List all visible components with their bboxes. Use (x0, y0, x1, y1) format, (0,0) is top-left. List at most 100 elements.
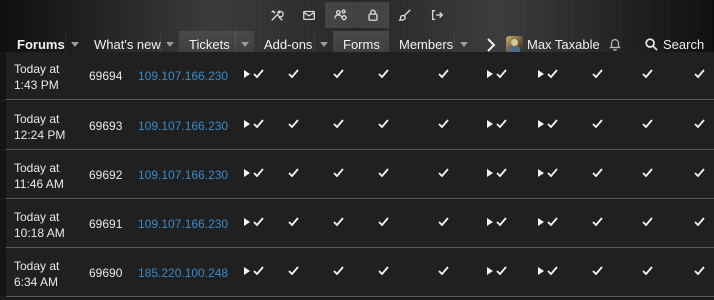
check-icon (333, 165, 344, 181)
check-icon (333, 66, 344, 82)
row-date: Today at (14, 210, 60, 224)
play-check-icon (487, 116, 507, 132)
check-icon (694, 263, 705, 279)
brush-icon[interactable] (389, 2, 421, 28)
table-row: Today at 1:43 PM 69694 109.107.166.230 (0, 52, 714, 100)
check-icon (333, 263, 344, 279)
row-date: Today at (14, 161, 60, 175)
check-icon (438, 116, 449, 132)
admin-toolbar (0, 2, 714, 28)
play-check-icon (538, 66, 558, 82)
row-left-edge (0, 200, 6, 247)
row-left-edge (0, 151, 6, 198)
row-id: 69691 (89, 217, 123, 231)
check-icon (642, 165, 653, 181)
row-time: 1:43 PM (14, 78, 59, 92)
row-date: Today at (14, 259, 60, 273)
play-check-icon (487, 263, 507, 279)
tab-forums-label: Forums (17, 37, 65, 52)
row-left-edge (0, 102, 6, 149)
lock-icon[interactable] (357, 2, 389, 28)
play-check-icon (538, 116, 558, 132)
check-icon (438, 263, 449, 279)
play-check-icon (538, 165, 558, 181)
row-timestamp: Today at 1:43 PM (14, 61, 74, 93)
play-check-icon (244, 66, 264, 82)
check-icon (642, 66, 653, 82)
tab-add-ons-label: Add-ons (264, 37, 313, 52)
row-time: 6:34 AM (14, 275, 59, 289)
check-icon (642, 263, 653, 279)
row-time: 11:46 AM (14, 177, 64, 191)
tab-forms-label: Forms (343, 37, 380, 52)
play-check-icon (487, 66, 507, 82)
table-row: Today at 6:34 AM 69690 185.220.100.248 (0, 249, 714, 297)
table-row: Today at 11:46 AM 69692 109.107.166.230 (0, 151, 714, 199)
play-check-icon (487, 165, 507, 181)
search-label: Search (663, 37, 705, 52)
play-check-icon (244, 214, 264, 230)
row-date: Today at (14, 112, 60, 126)
check-icon (288, 263, 299, 279)
row-ip-link[interactable]: 109.107.166.230 (138, 217, 228, 231)
row-timestamp: Today at 6:34 AM (14, 258, 74, 290)
row-ip-link[interactable]: 185.220.100.248 (138, 266, 228, 280)
table-row: Today at 12:24 PM 69693 109.107.166.230 (0, 102, 714, 150)
check-icon (438, 214, 449, 230)
check-icon (694, 116, 705, 132)
row-id: 69690 (89, 266, 123, 280)
row-time: 12:24 PM (14, 128, 66, 142)
user-name: Max Taxable (527, 37, 600, 52)
logout-icon[interactable] (421, 2, 453, 28)
table-row: Today at 10:18 AM 69691 109.107.166.230 (0, 200, 714, 248)
row-timestamp: Today at 10:18 AM (14, 209, 74, 241)
row-date: Today at (14, 62, 60, 76)
check-icon (694, 165, 705, 181)
check-icon (333, 116, 344, 132)
check-icon (694, 66, 705, 82)
check-icon (288, 214, 299, 230)
check-icon (378, 214, 389, 230)
users-gear-icon[interactable] (325, 2, 357, 28)
row-left-edge (0, 249, 6, 296)
row-ip-link[interactable]: 109.107.166.230 (138, 119, 228, 133)
tab-members-label: Members (399, 37, 454, 52)
check-icon (378, 116, 389, 132)
row-id: 69693 (89, 119, 123, 133)
row-ip-link[interactable]: 109.107.166.230 (138, 69, 228, 83)
check-icon (333, 214, 344, 230)
mail-icon[interactable] (293, 2, 325, 28)
check-icon (438, 66, 449, 82)
check-icon (438, 165, 449, 181)
check-icon (288, 66, 299, 82)
check-icon (288, 165, 299, 181)
check-icon (288, 116, 299, 132)
tab-tickets-label: Tickets (189, 37, 230, 52)
tools-icon[interactable] (261, 2, 293, 28)
check-icon (592, 116, 603, 132)
play-check-icon (244, 165, 264, 181)
check-icon (592, 66, 603, 82)
search-icon (645, 38, 658, 51)
bell-icon[interactable] (608, 37, 622, 51)
check-icon (378, 66, 389, 82)
check-icon (378, 165, 389, 181)
row-id: 69692 (89, 168, 123, 182)
check-icon (592, 214, 603, 230)
row-left-edge (0, 52, 6, 99)
play-check-icon (487, 214, 507, 230)
row-timestamp: Today at 12:24 PM (14, 111, 74, 143)
play-check-icon (244, 116, 264, 132)
row-time: 10:18 AM (14, 226, 65, 240)
row-id: 69694 (89, 69, 123, 83)
check-icon (378, 263, 389, 279)
tab-whats-new-label: What's new (94, 37, 161, 52)
play-check-icon (538, 214, 558, 230)
row-ip-link[interactable]: 109.107.166.230 (138, 168, 228, 182)
check-icon (592, 165, 603, 181)
check-icon (642, 214, 653, 230)
play-check-icon (244, 263, 264, 279)
check-icon (592, 263, 603, 279)
play-check-icon (538, 263, 558, 279)
check-icon (694, 214, 705, 230)
